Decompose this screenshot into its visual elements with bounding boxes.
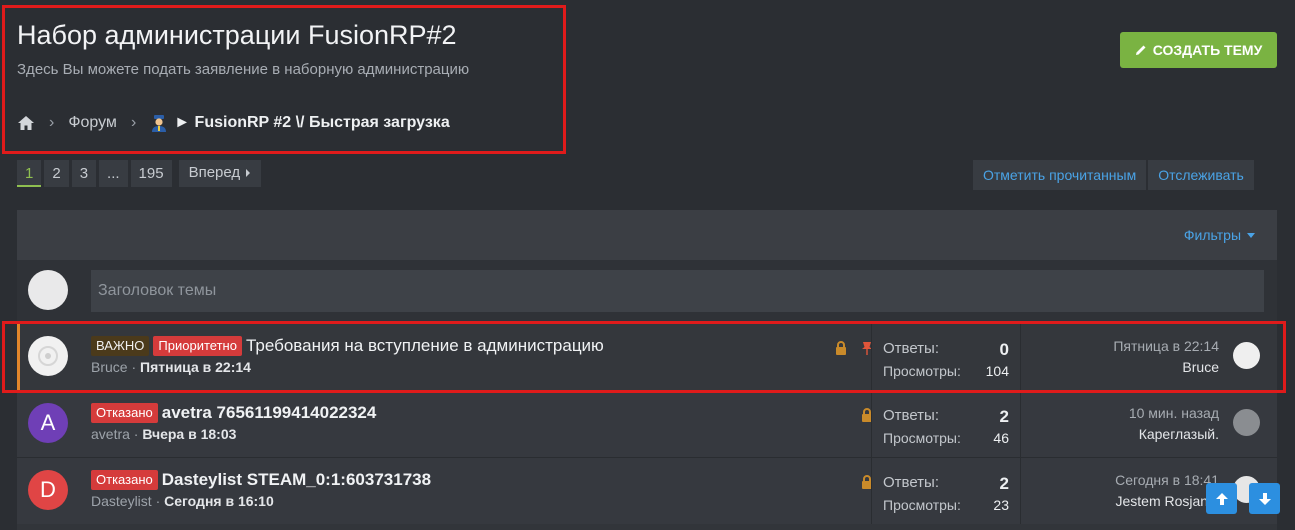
thread-row[interactable]: ВАЖНО Приоритетно Требования на вступлен… (17, 323, 1277, 390)
replies-label: Ответы: (883, 407, 940, 424)
thread-stats: Ответы: 0 Просмотры: 104 (871, 324, 1021, 390)
mark-read-button[interactable]: Отметить прочитанным (973, 160, 1147, 190)
views-label: Просмотры: (883, 430, 961, 446)
thread-title[interactable]: Dasteylist STEAM_0:1:603731738 (162, 470, 431, 490)
quick-thread-form (17, 260, 1277, 323)
page-description: Здесь Вы можете подать заявление в набор… (17, 61, 470, 78)
replies-count: 0 (999, 340, 1009, 359)
filters-button[interactable]: Фильтры (1184, 227, 1255, 243)
views-count: 23 (993, 497, 1009, 513)
page-title: Набор администрации FusionRP#2 (17, 20, 457, 50)
last-post-user[interactable]: Jestem Rosjanie (1116, 493, 1220, 509)
thread-date[interactable]: Сегодня в 16:10 (164, 493, 274, 509)
police-officer-icon (152, 115, 167, 132)
home-icon[interactable] (17, 114, 35, 132)
last-post-time[interactable]: Сегодня в 18:41 (1115, 472, 1219, 488)
thread-stats: Ответы: 2 Просмотры: 46 (871, 391, 1021, 457)
chevron-right-icon: › (130, 114, 137, 131)
thread-date[interactable]: Вчера в 18:03 (142, 426, 236, 442)
lock-icon (836, 341, 846, 355)
last-poster-avatar[interactable] (1233, 409, 1260, 436)
page-link-3[interactable]: 3 (71, 160, 97, 187)
thread-date[interactable]: Пятница в 22:14 (140, 359, 251, 375)
replies-label: Ответы: (883, 474, 940, 491)
breadcrumb-label: ► FusionRP #2 \/ Быстрая загрузка (174, 114, 450, 131)
breadcrumb-item-forum[interactable]: Форум (68, 114, 117, 132)
pencil-icon (1135, 45, 1146, 55)
views-count: 104 (985, 363, 1009, 379)
create-thread-label: СОЗДАТЬ ТЕМУ (1152, 42, 1263, 58)
last-post-user[interactable]: Кареглазый. (1139, 426, 1219, 442)
last-post: Сегодня в 18:41 Jestem Rosjanie (1019, 458, 1219, 524)
next-page-label: Вперед (188, 164, 241, 181)
thread-author[interactable]: avetra (91, 426, 130, 442)
breadcrumb: › Форум › ► FusionRP #2 \/ Быстрая загру… (17, 112, 450, 134)
replies-count: 2 (999, 474, 1009, 493)
author-avatar[interactable]: D (28, 470, 68, 510)
filters-bar: Фильтры (17, 210, 1277, 260)
filters-label: Фильтры (1183, 227, 1241, 243)
prefix-badge-priority[interactable]: Приоритетно (153, 336, 242, 356)
watch-button[interactable]: Отслеживать (1148, 160, 1254, 190)
prefix-badge-rejected[interactable]: Отказано (91, 403, 158, 423)
scroll-buttons (1206, 483, 1280, 514)
caret-down-icon (1247, 232, 1255, 238)
current-user-avatar (28, 270, 68, 310)
last-post: Пятница в 22:14 Bruce (1019, 324, 1219, 390)
thread-author[interactable]: Bruce (91, 359, 128, 375)
author-avatar[interactable]: A (28, 403, 68, 443)
prefix-badge-rejected[interactable]: Отказано (91, 470, 158, 490)
last-post-time[interactable]: 10 мин. назад (1129, 405, 1219, 421)
last-post-time[interactable]: Пятница в 22:14 (1113, 338, 1219, 354)
logo-emblem-icon (38, 346, 58, 366)
replies-count: 2 (999, 407, 1009, 426)
thread-title[interactable]: avetra 76561199414022324 (162, 403, 377, 423)
thread-title-input[interactable] (91, 270, 1264, 312)
thread-stats: Ответы: 2 Просмотры: 23 (871, 458, 1021, 524)
thread-title[interactable]: Требования на вступление в администрацию (246, 336, 604, 356)
arrow-up-icon (1215, 492, 1228, 505)
page-link-last[interactable]: 195 (130, 160, 172, 187)
thread-author[interactable]: Dasteylist (91, 493, 152, 509)
thread-row[interactable]: A Отказано avetra 76561199414022324 avet… (17, 390, 1277, 457)
views-label: Просмотры: (883, 363, 961, 379)
last-post-user[interactable]: Bruce (1182, 359, 1219, 375)
page-ellipsis[interactable]: ... (99, 160, 128, 187)
page-link-1[interactable]: 1 (17, 160, 42, 187)
thread-row[interactable]: D Отказано Dasteylist STEAM_0:1:60373173… (17, 457, 1277, 524)
breadcrumb-item-current[interactable]: ► FusionRP #2 \/ Быстрая загрузка (150, 114, 450, 132)
last-poster-avatar[interactable] (1233, 342, 1260, 369)
scroll-down-button[interactable] (1249, 483, 1280, 514)
page-link-2[interactable]: 2 (44, 160, 69, 187)
views-label: Просмотры: (883, 497, 961, 513)
scroll-up-button[interactable] (1206, 483, 1237, 514)
thread-list-actions: Отметить прочитанным Отслеживать (973, 160, 1254, 190)
thread-list-panel: Фильтры ВАЖНО Приоритетно Требования на … (17, 210, 1277, 530)
replies-label: Ответы: (883, 340, 940, 357)
caret-right-icon (246, 168, 251, 177)
pagination: 1 2 3 ... 195 Вперед (17, 160, 262, 187)
arrow-down-icon (1258, 492, 1271, 505)
next-page-button[interactable]: Вперед (178, 160, 262, 187)
views-count: 46 (993, 430, 1009, 446)
author-avatar[interactable] (28, 336, 68, 376)
create-thread-button[interactable]: СОЗДАТЬ ТЕМУ (1120, 32, 1277, 68)
chevron-right-icon: › (49, 114, 55, 131)
prefix-badge-important[interactable]: ВАЖНО (91, 336, 150, 356)
last-post: 10 мин. назад Кареглазый. (1019, 391, 1219, 457)
